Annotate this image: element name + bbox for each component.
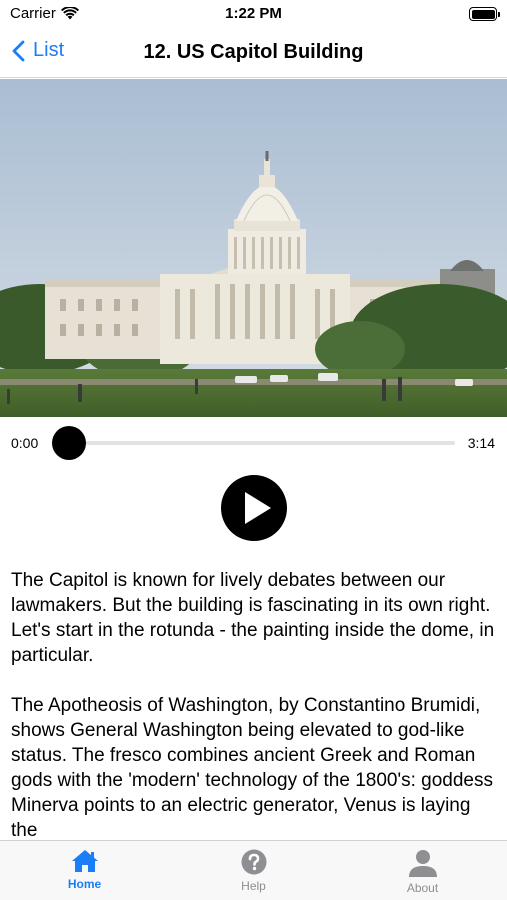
tab-about-label: About bbox=[406, 881, 439, 895]
capitol-photo bbox=[0, 79, 507, 417]
navigation-bar: List 12. US Capitol Building bbox=[0, 28, 507, 78]
battery-icon bbox=[469, 7, 500, 21]
tab-home[interactable]: Home bbox=[0, 841, 169, 900]
house-icon bbox=[71, 850, 98, 872]
tab-help-label: Help bbox=[241, 879, 266, 893]
tab-bar: Home Help About bbox=[0, 840, 507, 900]
description-paragraph: The Capitol is known for lively debates … bbox=[11, 570, 495, 666]
status-bar: Carrier 1:22 PM bbox=[0, 0, 507, 28]
status-time: 1:22 PM bbox=[225, 5, 282, 22]
page-title: 12. US Capitol Building bbox=[143, 41, 364, 63]
question-circle-icon bbox=[241, 849, 266, 875]
progress-track[interactable] bbox=[69, 441, 455, 445]
play-button[interactable] bbox=[221, 475, 287, 541]
tab-help[interactable]: Help bbox=[169, 841, 338, 900]
description-paragraph: The Apotheosis of Washington, by Constan… bbox=[11, 695, 493, 840]
current-time-label: 0:00 bbox=[11, 435, 39, 451]
person-icon bbox=[408, 850, 437, 877]
play-icon bbox=[245, 492, 271, 524]
stop-description: The Capitol is known for lively debates … bbox=[11, 568, 499, 840]
scrubber-thumb[interactable] bbox=[52, 426, 86, 460]
tab-about[interactable]: About bbox=[338, 841, 507, 900]
duration-label: 3:14 bbox=[467, 435, 495, 451]
tab-home-label: Home bbox=[67, 877, 102, 891]
